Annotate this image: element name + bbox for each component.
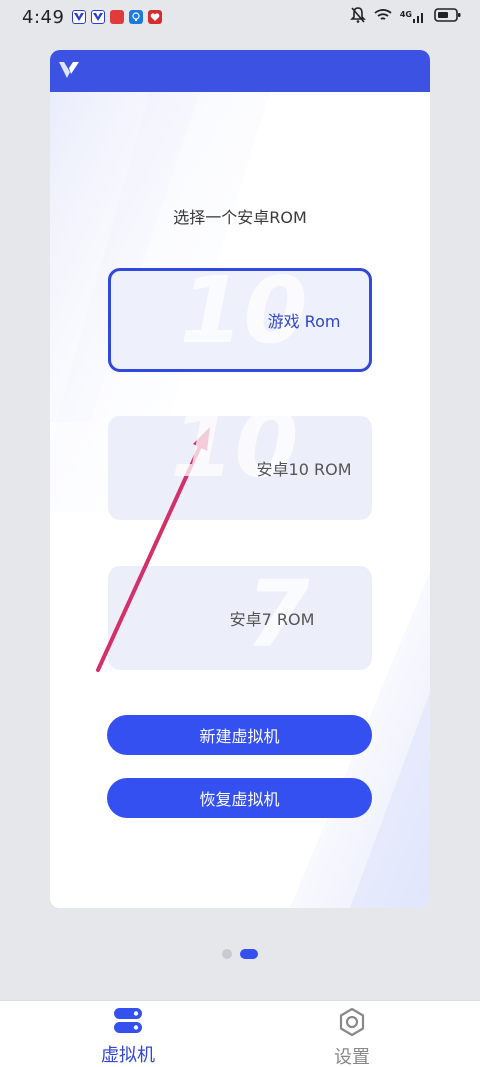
rom-selection-card: 选择一个安卓ROM 10 游戏 Rom 10 安卓10 ROM 7 安卓7 RO… [50,50,430,908]
rom-option-label: 安卓10 ROM [256,460,352,479]
vivo-app-icon [91,10,106,24]
rom-prompt: 选择一个安卓ROM [173,208,307,227]
page-dot-active[interactable] [240,949,258,959]
bottom-nav: 虚拟机 设置 [0,1000,480,1067]
status-time: 4:49 [22,6,65,28]
page-indicator [222,949,258,959]
signal-icon: 4G [400,10,426,24]
red-app-icon [148,10,163,24]
nav-item-settings[interactable]: 设置 [318,1007,386,1067]
page-dot[interactable] [222,949,232,959]
new-vm-button[interactable]: 新建虚拟机 [107,715,372,755]
app-logo-icon [58,60,80,84]
rom-option-game[interactable]: 10 游戏 Rom [108,268,372,372]
red-app-icon [110,10,125,24]
wifi-icon [374,7,392,27]
status-notification-icons [72,10,163,24]
server-icon [113,1007,143,1039]
vivo-app-icon [72,10,87,24]
status-system-icons: 4G [349,6,462,29]
nav-label-virtual-machine: 虚拟机 [101,1045,155,1066]
gear-icon [337,1007,367,1041]
mute-icon [349,6,366,29]
card-header [50,50,430,92]
rom-option-android10[interactable]: 10 安卓10 ROM [108,416,372,520]
rom-option-label: 游戏 Rom [267,312,341,331]
network-type: 4G [399,10,412,19]
nav-item-virtual-machine[interactable]: 虚拟机 [90,1007,166,1067]
rom-option-android7[interactable]: 7 安卓7 ROM [108,566,372,670]
restore-vm-button[interactable]: 恢复虚拟机 [107,778,372,818]
battery-icon [434,7,462,28]
nav-label-settings: 设置 [334,1047,370,1067]
rom-option-label: 安卓7 ROM [229,610,315,629]
status-bar: 4:49 4G [0,0,480,34]
bulb-app-icon [129,10,144,24]
